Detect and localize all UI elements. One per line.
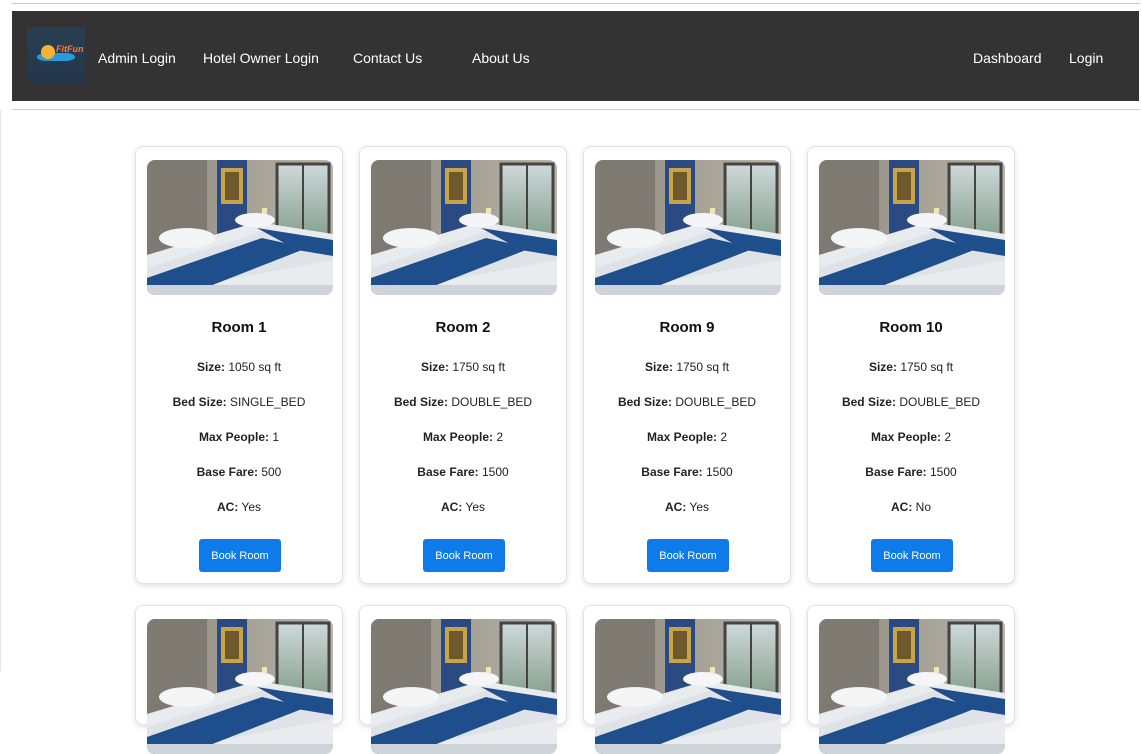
room-image	[595, 160, 781, 295]
room-size: Size: 1750 sq ft	[808, 360, 1014, 374]
room-bed-size-label: Bed Size:	[617, 395, 672, 409]
room-ac-label: AC:	[216, 500, 239, 514]
room-title: Room 1	[211, 319, 267, 336]
room-size-value: 1750 sq ft	[448, 360, 506, 374]
room-bed-size: Bed Size: DOUBLE_BED	[360, 395, 566, 409]
room-size-label: Size:	[868, 360, 897, 374]
room-card: Room 2 Size: 1750 sq ft Bed Size: DOUBLE_B…	[359, 146, 567, 584]
room-max-people: Max People: 2	[360, 430, 566, 444]
room-bed-size-value: DOUBLE_BED	[447, 395, 533, 409]
room-bed-size: Bed Size: DOUBLE_BED	[808, 395, 1014, 409]
room-base-fare-value: 1500	[478, 465, 509, 479]
room-ac-value: Yes	[686, 500, 710, 514]
room-image	[595, 619, 781, 754]
room-bed-size: Bed Size: DOUBLE_BED	[584, 395, 790, 409]
room-size: Size: 1750 sq ft	[360, 360, 566, 374]
room-ac: AC: No	[808, 500, 1014, 514]
room-image	[147, 160, 333, 295]
room-bed-size: Bed Size: SINGLE_BED	[136, 395, 342, 409]
room-max-people-label: Max People:	[646, 430, 717, 444]
room-ac: AC: Yes	[360, 500, 566, 514]
book-room-button[interactable]: Book Room	[423, 539, 505, 572]
book-room-button[interactable]: Book Room	[871, 539, 953, 572]
room-bed-size-value: DOUBLE_BED	[671, 395, 757, 409]
room-ac-label: AC:	[440, 500, 463, 514]
room-card	[807, 605, 1015, 754]
room-max-people: Max People: 2	[808, 430, 1014, 444]
room-base-fare: Base Fare: 500	[136, 465, 342, 479]
room-card: Room 10 Size: 1750 sq ft Bed Size: DOUBLE_…	[807, 146, 1015, 584]
room-base-fare: Base Fare: 1500	[584, 465, 790, 479]
room-ac-value: Yes	[462, 500, 486, 514]
room-bed-size-value: DOUBLE_BED	[895, 395, 981, 409]
room-bed-size-value: SINGLE_BED	[226, 395, 306, 409]
room-card	[583, 605, 791, 754]
room-base-fare-label: Base Fare:	[417, 465, 479, 479]
room-card	[359, 605, 567, 754]
room-max-people-label: Max People:	[422, 430, 493, 444]
room-ac-value: Yes	[238, 500, 262, 514]
room-bed-size-label: Bed Size:	[172, 395, 227, 409]
room-size-value: 1750 sq ft	[672, 360, 730, 374]
room-bed-size-label: Bed Size:	[393, 395, 448, 409]
room-base-fare-value: 1500	[926, 465, 957, 479]
room-max-people-label: Max People:	[198, 430, 269, 444]
room-ac-label: AC:	[890, 500, 913, 514]
room-base-fare: Base Fare: 1500	[808, 465, 1014, 479]
room-max-people: Max People: 2	[584, 430, 790, 444]
room-max-people-value: 2	[717, 430, 728, 444]
room-max-people: Max People: 1	[136, 430, 342, 444]
room-base-fare-label: Base Fare:	[196, 465, 258, 479]
room-title: Room 9	[659, 319, 715, 336]
room-grid: Room 1 Size: 1050 sq ft Bed Size: SINGLE_B…	[0, 0, 1142, 754]
room-bed-size-label: Bed Size:	[841, 395, 896, 409]
room-ac-value: No	[912, 500, 931, 514]
room-image	[147, 619, 333, 754]
room-size: Size: 1750 sq ft	[584, 360, 790, 374]
room-size-value: 1050 sq ft	[224, 360, 282, 374]
room-card	[135, 605, 343, 754]
room-max-people-value: 2	[941, 430, 952, 444]
room-size-value: 1750 sq ft	[896, 360, 954, 374]
room-base-fare-label: Base Fare:	[865, 465, 927, 479]
book-room-button[interactable]: Book Room	[199, 539, 281, 572]
room-size-label: Size:	[196, 360, 225, 374]
room-image	[819, 619, 1005, 754]
room-ac: AC: Yes	[584, 500, 790, 514]
room-base-fare-label: Base Fare:	[641, 465, 703, 479]
room-max-people-value: 1	[269, 430, 280, 444]
room-image	[371, 619, 557, 754]
room-base-fare: Base Fare: 1500	[360, 465, 566, 479]
room-max-people-value: 2	[493, 430, 504, 444]
room-card: Room 9 Size: 1750 sq ft Bed Size: DOUBLE_B…	[583, 146, 791, 584]
room-ac-label: AC:	[664, 500, 687, 514]
room-image	[371, 160, 557, 295]
room-card: Room 1 Size: 1050 sq ft Bed Size: SINGLE_B…	[135, 146, 343, 584]
room-size-label: Size:	[644, 360, 673, 374]
room-max-people-label: Max People:	[870, 430, 941, 444]
room-title: Room 2	[435, 319, 491, 336]
room-base-fare-value: 500	[258, 465, 282, 479]
room-size-label: Size:	[420, 360, 449, 374]
room-size: Size: 1050 sq ft	[136, 360, 342, 374]
book-room-button[interactable]: Book Room	[647, 539, 729, 572]
room-base-fare-value: 1500	[702, 465, 733, 479]
room-title: Room 10	[879, 319, 943, 336]
room-image	[819, 160, 1005, 295]
room-ac: AC: Yes	[136, 500, 342, 514]
